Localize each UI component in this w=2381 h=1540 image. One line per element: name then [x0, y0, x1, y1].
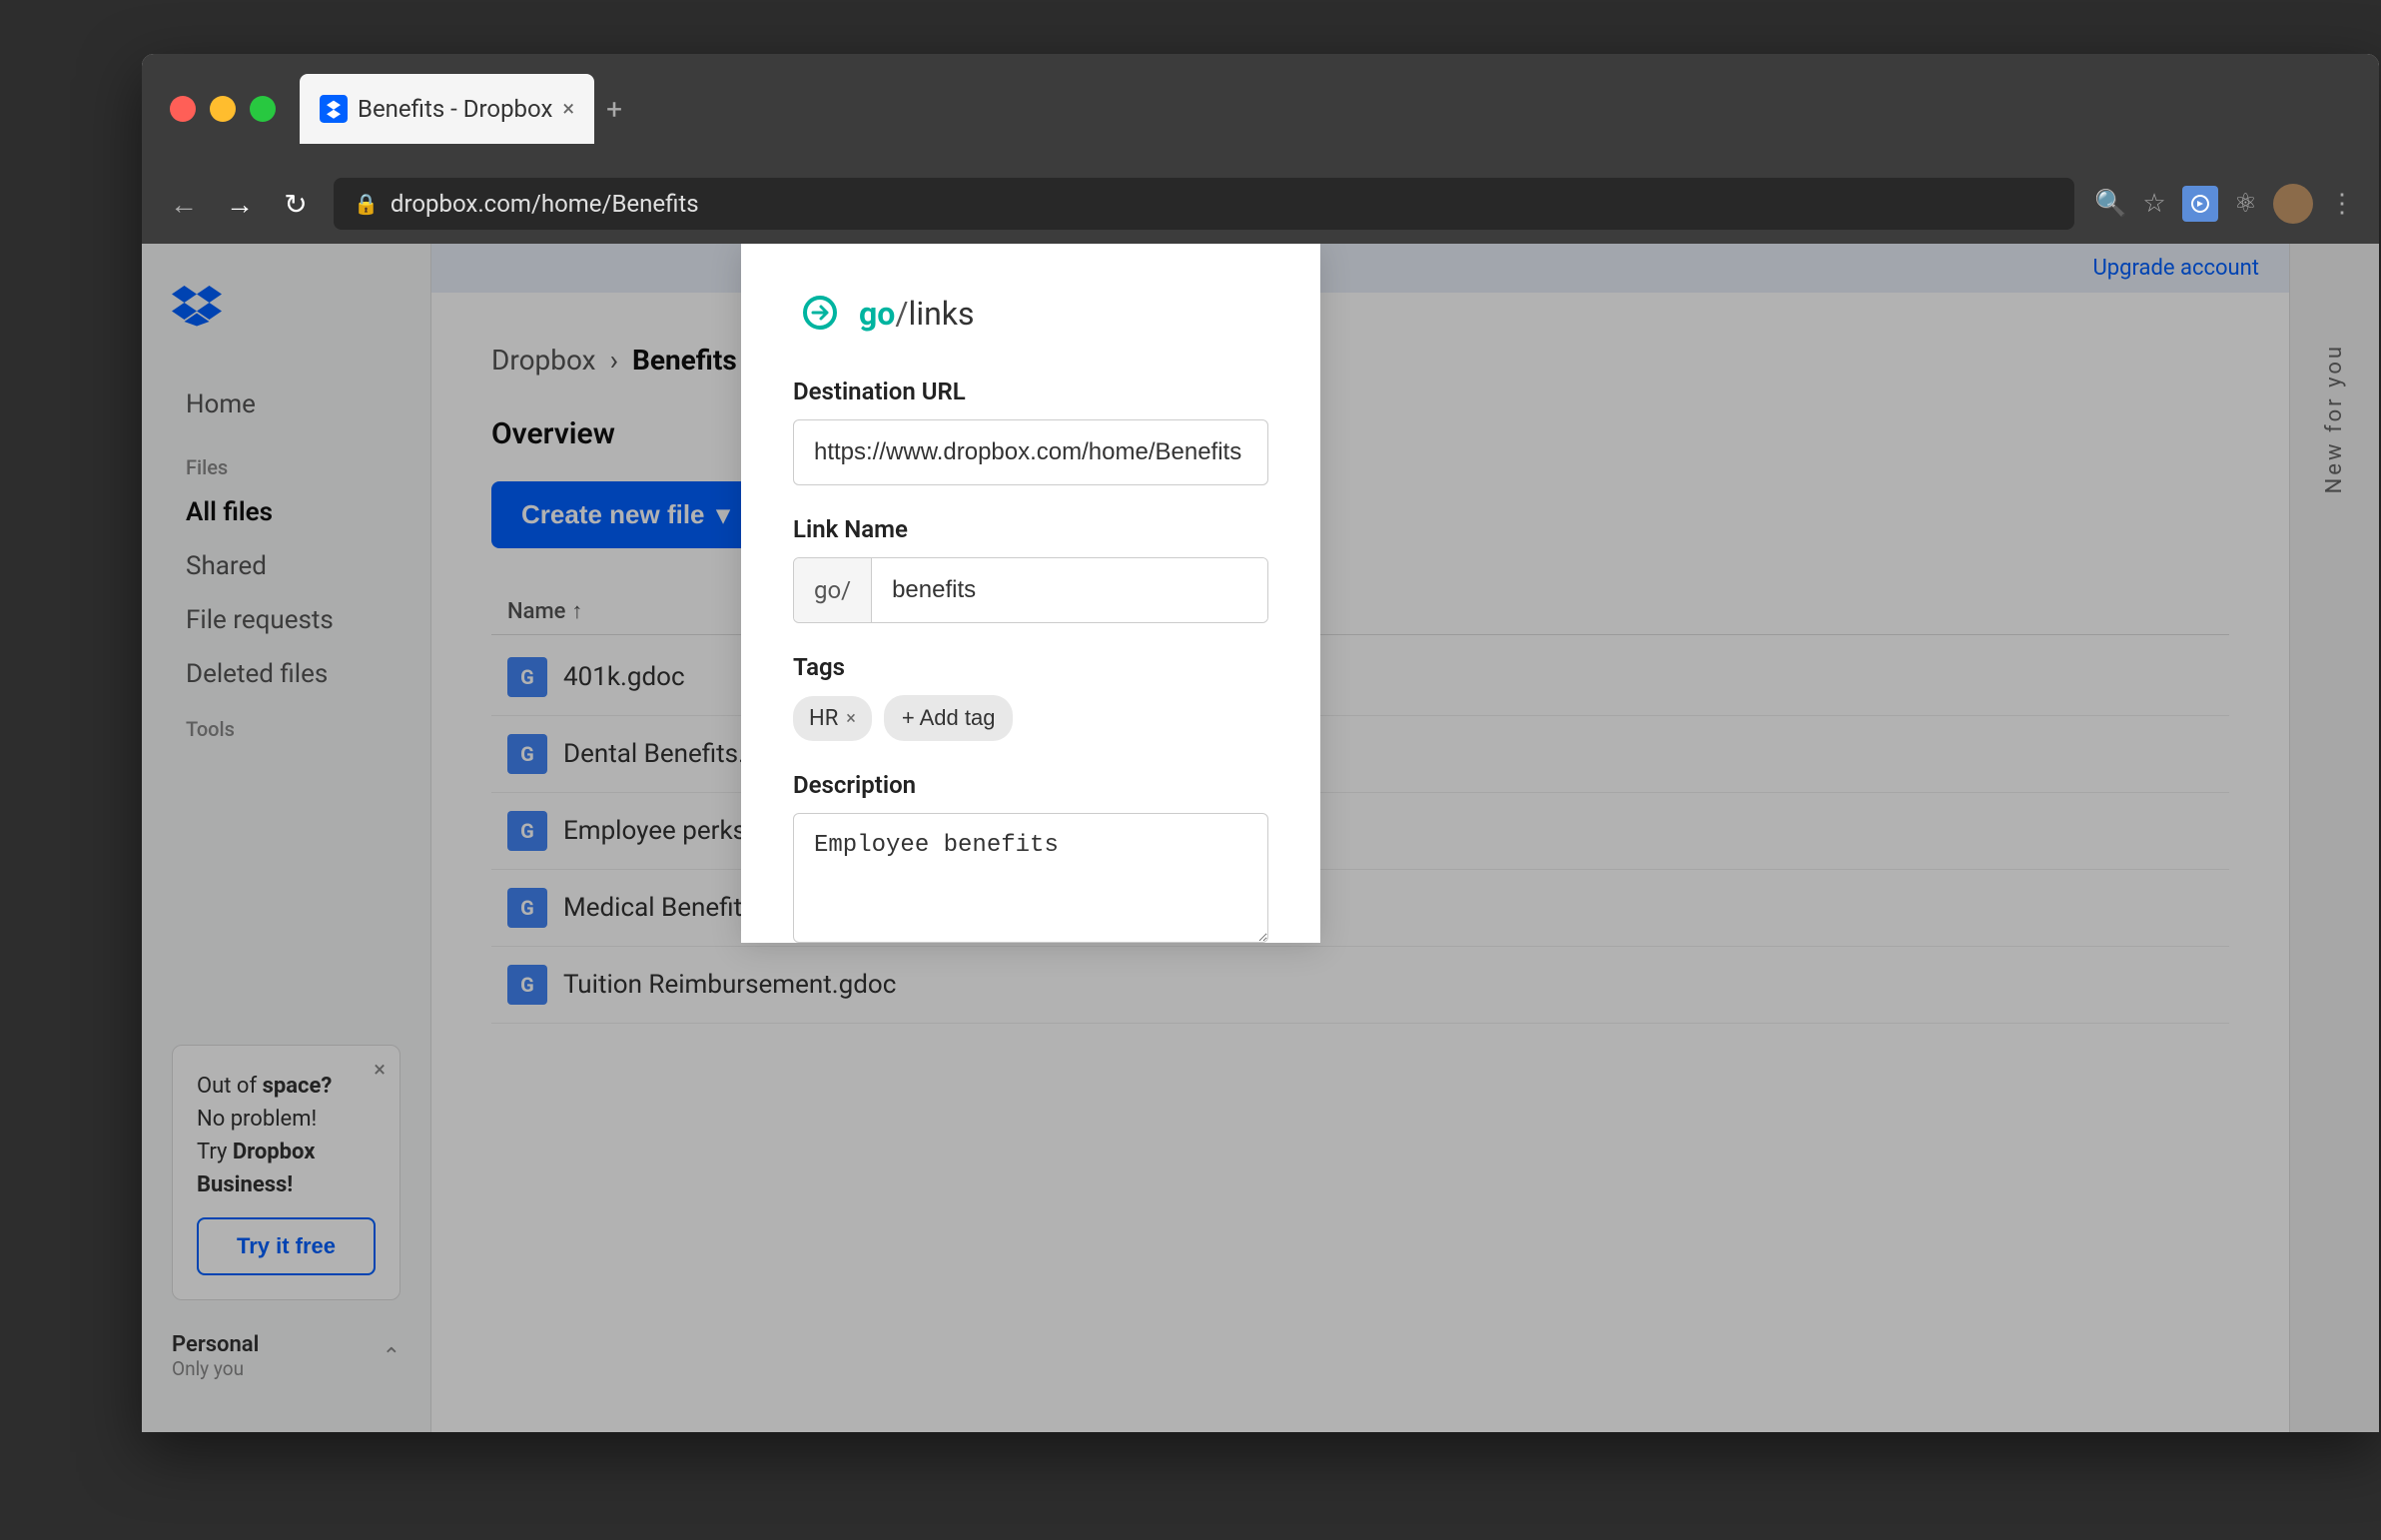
destination-url-input[interactable]	[793, 419, 1268, 485]
link-prefix: go/	[794, 558, 872, 622]
golinks-panel: go/links Destination URL Link Name go/ T…	[741, 244, 1320, 943]
new-tab-button[interactable]: +	[606, 93, 622, 126]
golinks-go-text: go	[859, 295, 895, 333]
url-text: dropbox.com/home/Benefits	[391, 190, 699, 218]
description-label: Description	[793, 771, 1268, 799]
url-input[interactable]: 🔒 dropbox.com/home/Benefits	[334, 178, 2074, 230]
tab-close-button[interactable]: ×	[562, 97, 574, 122]
golinks-logo: go/links	[793, 294, 1268, 334]
address-bar-container: ← → ↻ 🔒 dropbox.com/home/Benefits 🔍 ☆ ⚛ …	[142, 164, 2379, 244]
golinks-links-text: links	[909, 295, 975, 333]
description-textarea[interactable]: Employee benefits	[793, 813, 1268, 943]
menu-button[interactable]: ⋮	[2329, 189, 2355, 219]
reload-button[interactable]: ↻	[278, 188, 314, 221]
close-traffic-light[interactable]	[170, 96, 196, 122]
browser-toolbar: 🔍 ☆ ⚛ ⋮	[2094, 184, 2355, 224]
active-tab[interactable]: Benefits - Dropbox ×	[300, 74, 594, 144]
browser-tabs: Benefits - Dropbox × +	[300, 74, 2351, 144]
destination-url-label: Destination URL	[793, 378, 1268, 405]
lock-icon: 🔒	[354, 192, 379, 216]
link-name-input[interactable]	[872, 558, 1267, 622]
tab-favicon-icon	[320, 95, 348, 123]
search-button[interactable]: 🔍	[2094, 189, 2126, 219]
traffic-lights	[170, 96, 276, 122]
golinks-logo-text: go/links	[859, 295, 975, 333]
tags-row: HR × + Add tag	[793, 695, 1268, 741]
golinks-extension-icon[interactable]	[2182, 186, 2218, 222]
minimize-traffic-light[interactable]	[210, 96, 236, 122]
bookmark-button[interactable]: ☆	[2142, 189, 2165, 219]
link-name-row: go/	[793, 557, 1268, 623]
tag-hr-remove-button[interactable]: ×	[846, 708, 856, 729]
tab-title: Benefits - Dropbox	[358, 95, 552, 123]
maximize-traffic-light[interactable]	[250, 96, 276, 122]
tags-label: Tags	[793, 653, 1268, 681]
golinks-logo-icon	[793, 294, 847, 334]
forward-button[interactable]: →	[222, 188, 258, 221]
tag-hr-text: HR	[809, 706, 838, 731]
tag-hr-chip: HR ×	[793, 696, 872, 741]
user-avatar[interactable]	[2273, 184, 2313, 224]
extensions-button[interactable]: ⚛	[2234, 189, 2257, 219]
add-tag-button[interactable]: + Add tag	[884, 695, 1014, 741]
link-name-label: Link Name	[793, 515, 1268, 543]
golinks-slash-text: /	[895, 295, 908, 333]
tags-section: Tags HR × + Add tag	[793, 653, 1268, 741]
back-button[interactable]: ←	[166, 188, 202, 221]
